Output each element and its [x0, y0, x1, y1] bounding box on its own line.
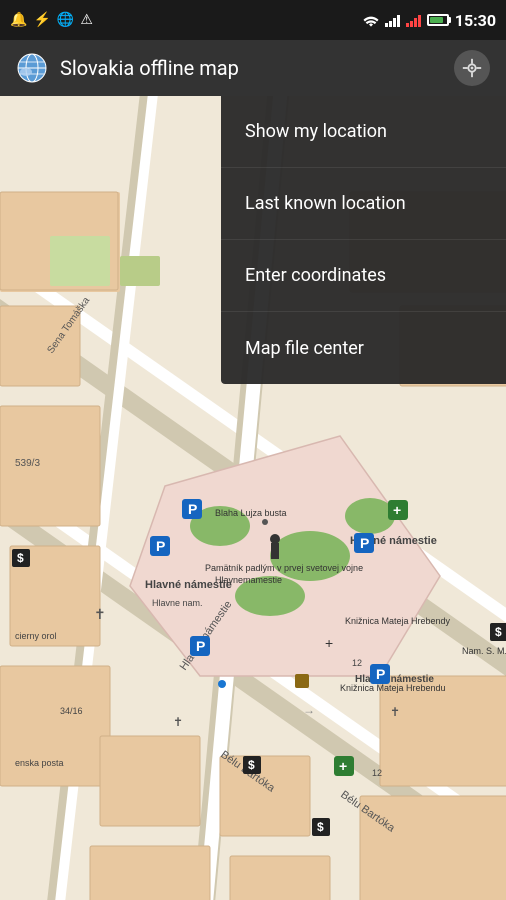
warning-icon: ⚠	[80, 12, 93, 28]
svg-text:P: P	[360, 535, 369, 551]
enter-coordinates-item[interactable]: Enter coordinates	[221, 240, 506, 312]
svg-text:P: P	[156, 538, 165, 554]
app-title: Slovakia offline map	[60, 56, 239, 80]
svg-text:→: →	[303, 703, 315, 717]
show-my-location-item[interactable]: Show my location	[221, 96, 506, 168]
svg-text:Knižnica Mateja Hrebendu: Knižnica Mateja Hrebendu	[340, 683, 446, 693]
svg-text:enska posta: enska posta	[15, 758, 64, 768]
svg-text:P: P	[196, 638, 205, 654]
status-right: 15:30	[363, 11, 496, 30]
map-file-center-item[interactable]: Map file center	[221, 312, 506, 384]
svg-text:Nam. S. M. Do...: Nam. S. M. Do...	[462, 646, 506, 656]
svg-text:$: $	[495, 625, 502, 639]
last-known-location-item[interactable]: Last known location	[221, 168, 506, 240]
svg-text:$: $	[317, 820, 324, 834]
app-bar: Slovakia offline map	[0, 40, 506, 96]
show-my-location-label: Show my location	[245, 121, 387, 142]
clock: 15:30	[455, 11, 496, 30]
context-menu: Show my location Last known location Ent…	[221, 96, 506, 384]
svg-text:✝: ✝	[390, 705, 400, 719]
svg-text:539/3: 539/3	[15, 458, 40, 469]
map-area[interactable]: Sena Tomáška 539/3 Hlavné námestie Hlavn…	[0, 96, 506, 900]
svg-text:P: P	[376, 666, 385, 682]
svg-text:$: $	[17, 551, 24, 565]
last-known-location-label: Last known location	[245, 193, 406, 214]
my-location-button[interactable]	[454, 50, 490, 86]
svg-text:P: P	[188, 501, 197, 517]
svg-text:12: 12	[352, 658, 362, 668]
svg-text:+: +	[325, 635, 333, 651]
svg-text:Blaha Lujza busta: Blaha Lujza busta	[215, 508, 287, 518]
svg-text:+: +	[393, 502, 401, 518]
battery-icon	[427, 14, 449, 26]
maps-icon: 🌐	[57, 12, 74, 28]
app-logo-icon	[16, 52, 48, 84]
location-crosshair-icon	[461, 57, 483, 79]
svg-text:Hlavnemamestie: Hlavnemamestie	[215, 575, 282, 585]
usb-icon: ⚡	[33, 12, 50, 28]
svg-text:cierny orol: cierny orol	[15, 631, 57, 641]
secondary-signal-icon	[406, 13, 421, 27]
svg-text:Hlavne nam.: Hlavne nam.	[152, 598, 203, 608]
status-bar: 🔔 ⚡ 🌐 ⚠ 15:30	[0, 0, 506, 40]
enter-coordinates-label: Enter coordinates	[245, 265, 386, 286]
svg-text:✝: ✝	[173, 715, 183, 729]
svg-text:Pamätník padlým v prvej svetov: Pamätník padlým v prvej svetovej vojne	[205, 563, 363, 573]
notification-icon: 🔔	[10, 12, 27, 28]
wifi-icon	[363, 13, 379, 27]
svg-text:$: $	[248, 758, 255, 772]
signal-strength-icon	[385, 13, 400, 27]
app-bar-left: Slovakia offline map	[16, 52, 239, 84]
svg-text:12: 12	[372, 768, 382, 778]
svg-text:+: +	[339, 758, 347, 774]
svg-text:Knižnica Mateja Hrebendy: Knižnica Mateja Hrebendy	[345, 616, 451, 626]
svg-text:34/16: 34/16	[60, 706, 83, 716]
svg-text:✝: ✝	[94, 607, 106, 623]
map-file-center-label: Map file center	[245, 338, 364, 359]
status-icons: 🔔 ⚡ 🌐 ⚠	[10, 12, 93, 28]
